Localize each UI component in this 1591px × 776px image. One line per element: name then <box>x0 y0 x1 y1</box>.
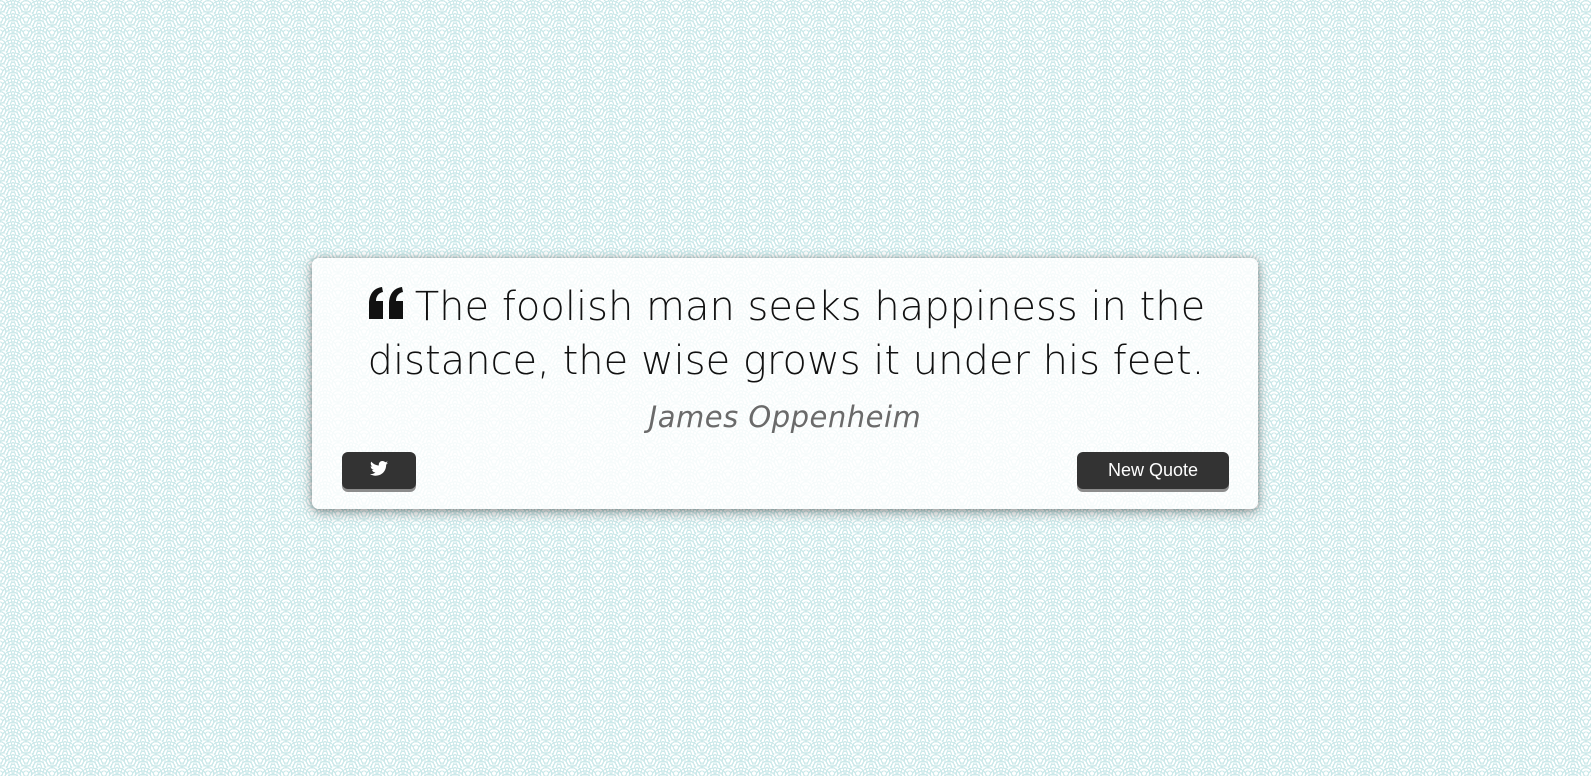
quote-text: The foolish man seeks happiness in the d… <box>367 284 1206 384</box>
quote-author: James Oppenheim <box>648 400 922 434</box>
new-quote-button[interactable]: New Quote <box>1077 452 1229 489</box>
quote-box: The foolish man seeks happiness in the d… <box>312 258 1258 509</box>
quote-text-block: The foolish man seeks happiness in the d… <box>346 280 1226 388</box>
quote-left-icon <box>367 286 407 320</box>
twitter-icon <box>370 460 388 481</box>
tweet-button[interactable] <box>342 452 416 489</box>
